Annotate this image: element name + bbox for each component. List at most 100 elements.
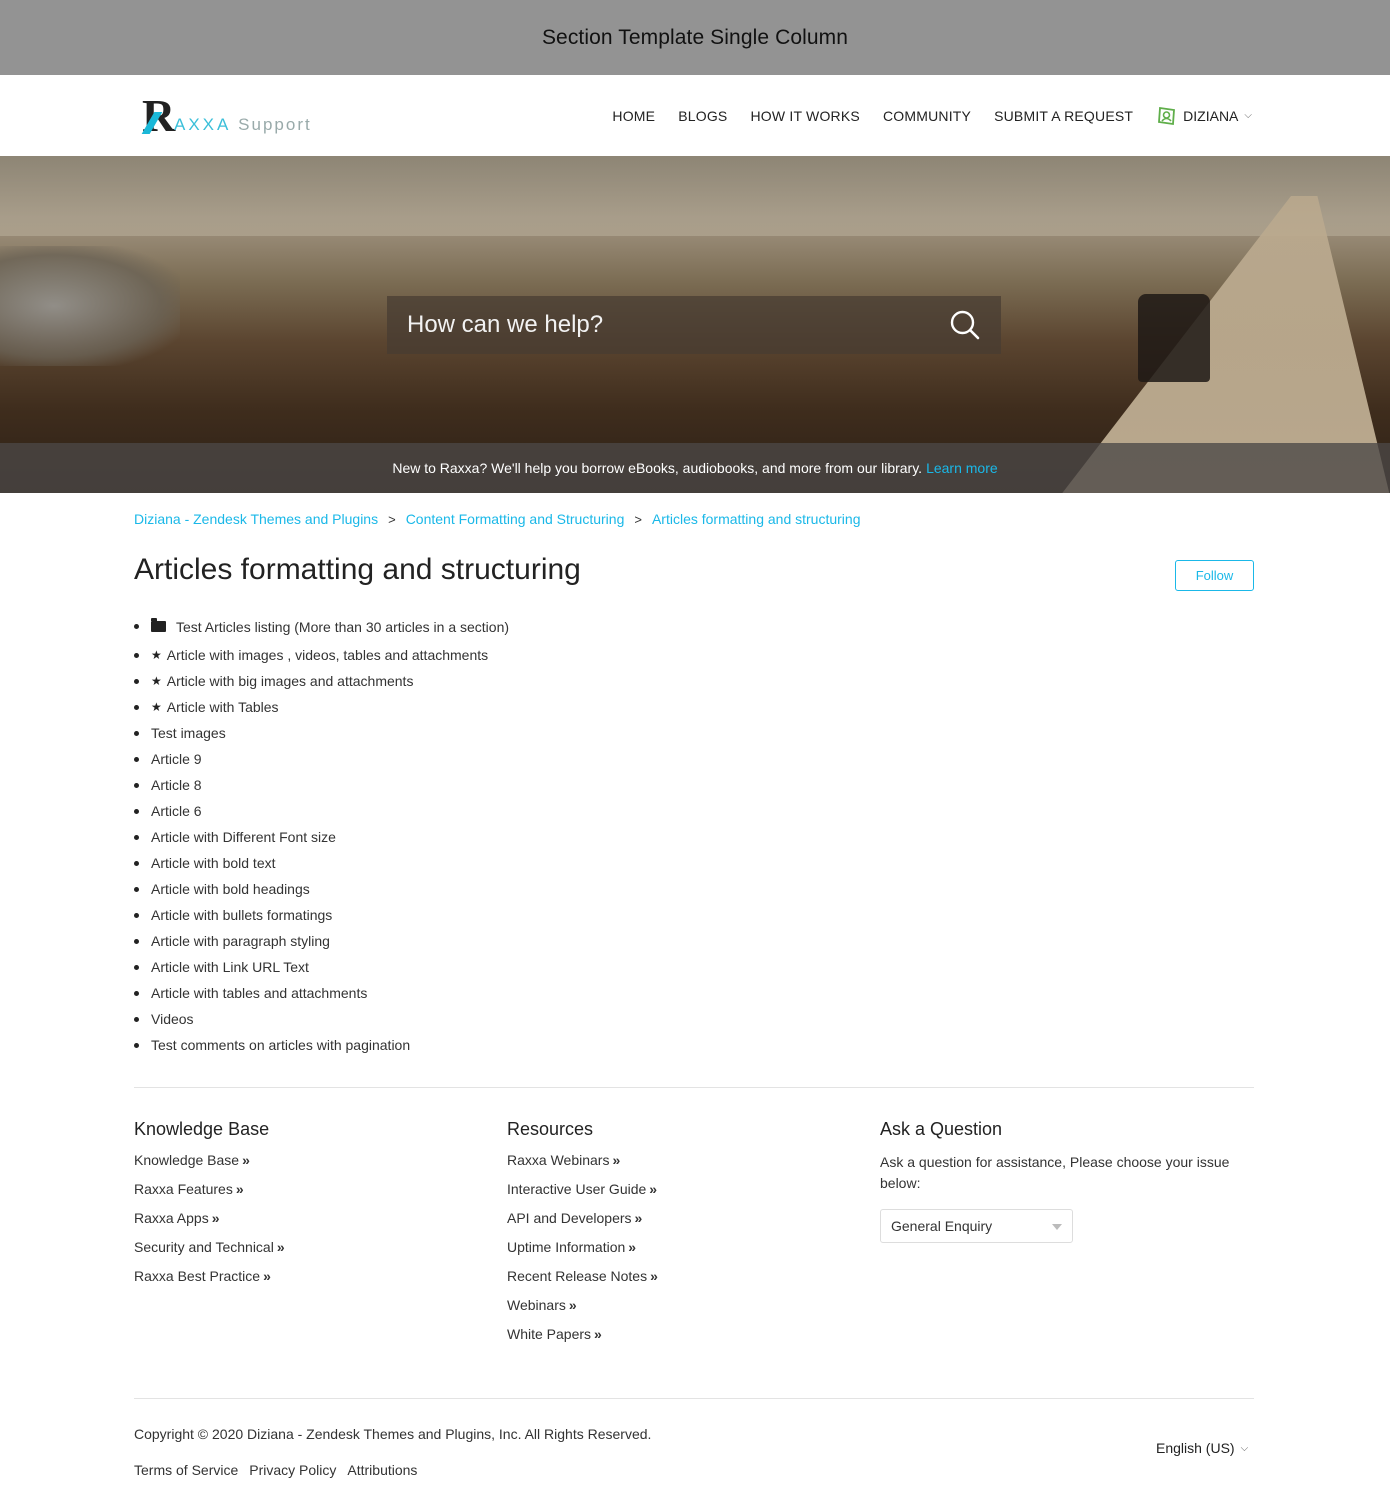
- article-link[interactable]: Article 9: [151, 751, 202, 767]
- nav-blogs[interactable]: BLOGS: [678, 108, 727, 124]
- article-link[interactable]: Article with bold headings: [151, 881, 310, 897]
- breadcrumb-item-section[interactable]: Articles formatting and structuring: [652, 511, 861, 527]
- breadcrumb-item-category[interactable]: Content Formatting and Structuring: [406, 511, 625, 527]
- nav-community[interactable]: COMMUNITY: [883, 108, 971, 124]
- follow-button[interactable]: Follow: [1175, 560, 1254, 591]
- nav-home[interactable]: HOME: [612, 108, 655, 124]
- article-link[interactable]: Test images: [151, 725, 226, 741]
- article-list-item[interactable]: ★ Article with Tables: [134, 694, 509, 720]
- article-link[interactable]: Article 6: [151, 803, 202, 819]
- terms-link[interactable]: Terms of Service: [134, 1462, 238, 1478]
- breadcrumb-separator: >: [388, 511, 396, 527]
- footer-knowledge-base: Knowledge Base Knowledge Base» Raxxa Feat…: [134, 1119, 285, 1297]
- promo-text: New to Raxxa? We'll help you borrow eBoo…: [392, 460, 923, 476]
- footer-link[interactable]: Raxxa Features»: [134, 1181, 285, 1210]
- footer-heading: Knowledge Base: [134, 1119, 270, 1139]
- article-link[interactable]: Article with Different Font size: [151, 829, 336, 845]
- legal-links: Terms of Service Privacy Policy Attribut…: [134, 1462, 428, 1478]
- article-list-item[interactable]: Article 6: [134, 798, 509, 824]
- footer-link[interactable]: Interactive User Guide»: [507, 1181, 658, 1210]
- article-list-item[interactable]: Article with bold headings: [134, 876, 509, 902]
- breadcrumb-item-home[interactable]: Diziana - Zendesk Themes and Plugins: [134, 511, 378, 527]
- article-list-item[interactable]: ★ Article with images , videos, tables an…: [134, 642, 509, 668]
- double-chevron-icon: »: [628, 1239, 637, 1255]
- footer-link[interactable]: Recent Release Notes»: [507, 1268, 658, 1297]
- article-link[interactable]: Article with Tables: [167, 699, 279, 715]
- issue-select[interactable]: General Enquiry: [880, 1209, 1073, 1243]
- brand-logo[interactable]: R AXXA Support: [141, 93, 332, 139]
- article-link[interactable]: Article with images , videos, tables and…: [167, 647, 488, 663]
- issue-select-value: General Enquiry: [891, 1218, 993, 1234]
- footer-link[interactable]: Uptime Information»: [507, 1239, 658, 1268]
- footer-link[interactable]: White Papers»: [507, 1326, 658, 1355]
- article-list-item[interactable]: Test Articles listing (More than 30 arti…: [134, 611, 509, 642]
- user-menu[interactable]: DIZIANA ⌵: [1157, 105, 1252, 127]
- double-chevron-icon: »: [263, 1268, 271, 1284]
- article-link[interactable]: Article 8: [151, 777, 202, 793]
- article-link[interactable]: Article with tables and attachments: [151, 985, 367, 1001]
- page-title: Articles formatting and structuring: [134, 553, 581, 586]
- bullet-icon: [134, 1016, 139, 1022]
- article-list-item[interactable]: Videos: [134, 1006, 509, 1032]
- article-list-item[interactable]: Article with Link URL Text: [134, 954, 509, 980]
- search-icon[interactable]: [949, 309, 981, 341]
- article-link[interactable]: Test comments on articles with paginatio…: [151, 1037, 410, 1053]
- footer-link[interactable]: Raxxa Apps»: [134, 1210, 285, 1239]
- hero-banner: New to Raxxa? We'll help you borrow eBoo…: [0, 156, 1390, 493]
- bullet-icon: [134, 624, 139, 629]
- double-chevron-icon: »: [276, 1239, 285, 1255]
- article-list-item[interactable]: ★ Article with big images and attachments: [134, 668, 509, 694]
- chevron-down-icon: ⌵: [1240, 1442, 1249, 1454]
- ask-question-text: Ask a question for assistance, Please ch…: [880, 1154, 1230, 1191]
- article-link[interactable]: Test Articles listing (More than 30 arti…: [176, 619, 509, 635]
- bullet-icon: [134, 704, 139, 710]
- bullet-icon: [134, 1042, 139, 1048]
- footer-divider: [134, 1398, 1254, 1399]
- bullet-icon: [134, 964, 139, 970]
- privacy-link[interactable]: Privacy Policy: [249, 1462, 336, 1478]
- article-list-item[interactable]: Article with paragraph styling: [134, 928, 509, 954]
- article-link[interactable]: Article with bold text: [151, 855, 276, 871]
- article-link[interactable]: Article with Link URL Text: [151, 959, 309, 975]
- search-input[interactable]: [407, 311, 949, 339]
- bullet-icon: [134, 938, 139, 944]
- article-list-item[interactable]: Article with bullets formatings: [134, 902, 509, 928]
- article-list: Test Articles listing (More than 30 arti…: [134, 611, 509, 1058]
- article-list-item[interactable]: Test comments on articles with paginatio…: [134, 1032, 509, 1058]
- promo-learn-more-link[interactable]: Learn more: [926, 460, 998, 476]
- hero-sky: [0, 156, 1390, 236]
- avatar-icon: [1158, 106, 1176, 125]
- nav-how-it-works[interactable]: HOW IT WORKS: [750, 108, 859, 124]
- footer-link-list: Knowledge Base» Raxxa Features» Raxxa Apps…: [134, 1152, 285, 1297]
- footer-link[interactable]: Security and Technical»: [134, 1239, 285, 1268]
- article-list-item[interactable]: Article 8: [134, 772, 509, 798]
- article-link[interactable]: Videos: [151, 1011, 194, 1027]
- footer-link[interactable]: Raxxa Webinars»: [507, 1152, 658, 1181]
- bullet-icon: [134, 912, 139, 918]
- chevron-down-icon: ⌵: [1244, 110, 1252, 121]
- article-list-item[interactable]: Article with bold text: [134, 850, 509, 876]
- search-box: [387, 296, 1001, 354]
- language-label: English (US): [1156, 1440, 1235, 1456]
- article-link[interactable]: Article with paragraph styling: [151, 933, 330, 949]
- article-list-item[interactable]: Article with Different Font size: [134, 824, 509, 850]
- attributions-link[interactable]: Attributions: [347, 1462, 417, 1478]
- footer-link[interactable]: Webinars»: [507, 1297, 658, 1326]
- article-list-item[interactable]: Article with tables and attachments: [134, 980, 509, 1006]
- nav-submit-request[interactable]: SUBMIT A REQUEST: [994, 108, 1133, 124]
- article-list-item[interactable]: Test images: [134, 720, 509, 746]
- article-link[interactable]: Article with bullets formatings: [151, 907, 332, 923]
- footer-link[interactable]: API and Developers»: [507, 1210, 658, 1239]
- caret-down-icon: [1052, 1224, 1062, 1230]
- bullet-icon: [134, 678, 139, 684]
- star-icon: ★: [151, 648, 162, 662]
- footer-heading: Ask a Question: [880, 1119, 1003, 1139]
- article-link[interactable]: Article with big images and attachments: [167, 673, 414, 689]
- footer-link[interactable]: Raxxa Best Practice»: [134, 1268, 285, 1297]
- double-chevron-icon: »: [650, 1268, 658, 1284]
- bullet-icon: [134, 990, 139, 996]
- hero-sea: [0, 246, 180, 366]
- footer-link[interactable]: Knowledge Base»: [134, 1152, 285, 1181]
- language-selector[interactable]: English (US) ⌵: [1156, 1440, 1248, 1456]
- article-list-item[interactable]: Article 9: [134, 746, 509, 772]
